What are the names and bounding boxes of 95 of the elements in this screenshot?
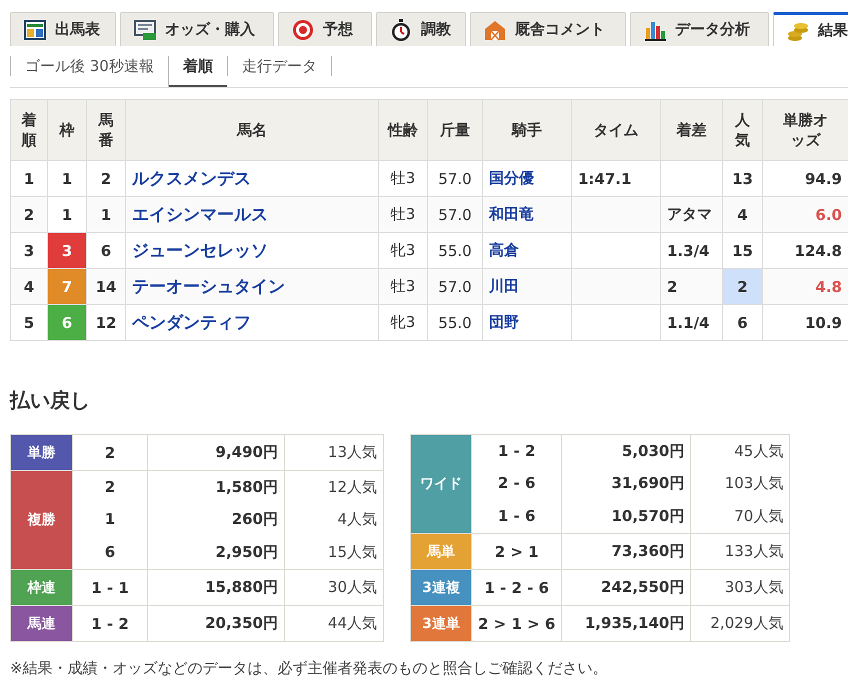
payout-amount: 15,880円	[148, 570, 284, 606]
combination-cell: 1 - 2	[72, 606, 148, 642]
popularity-rank: 15人気	[284, 535, 384, 570]
combination-cell: 6	[72, 535, 148, 570]
payout-amount: 20,350円	[148, 606, 284, 642]
table-cell: 55.0	[428, 304, 482, 340]
column-header: タイム	[572, 100, 660, 160]
table-cell: 57.0	[428, 268, 482, 304]
column-header: 着順	[10, 100, 48, 160]
bet-type-label: 馬単	[410, 534, 472, 570]
frame-number: 1	[48, 160, 86, 196]
frame-number: 3	[48, 232, 86, 268]
popularity-rank: 45人気	[690, 434, 790, 467]
bet-type-label: ワイド	[410, 434, 472, 534]
combination-cell: 2 > 1 > 6	[472, 606, 562, 642]
table-cell: 57.0	[428, 196, 482, 232]
popularity-rank: 303人気	[690, 570, 790, 606]
column-header: 着差	[660, 100, 722, 160]
table-cell: 4	[10, 268, 48, 304]
disclaimer-text: ※結果・成績・オッズなどのデータは、必ず主催者発表のものと照合しご確認ください。	[10, 659, 609, 678]
subtab[interactable]: 着順	[168, 56, 227, 87]
popularity-rank: 44人気	[284, 606, 384, 642]
payout-amount: 31,690円	[562, 467, 691, 499]
combination-cell: 1 - 6	[472, 499, 562, 534]
combination-cell: 2 > 1	[472, 534, 562, 570]
table-cell: 2	[660, 268, 722, 304]
tab[interactable]: データ分析	[630, 12, 769, 46]
table-cell: 牝3	[378, 304, 428, 340]
payout-amount: 9,490円	[148, 434, 284, 470]
payout-amount: 10,570円	[562, 499, 691, 534]
popularity-rank: 13人気	[284, 434, 384, 470]
column-header: 枠	[48, 100, 86, 160]
target-icon	[291, 18, 315, 42]
tab[interactable]: 結果	[773, 12, 848, 46]
table-cell: 6.0	[762, 196, 848, 232]
tab[interactable]: 予想	[278, 12, 372, 46]
popularity-rank: 133人気	[690, 534, 790, 570]
column-header: 性齢	[378, 100, 428, 160]
payout-amount: 5,030円	[562, 434, 691, 467]
popularity-rank: 103人気	[690, 467, 790, 499]
table-cell: アタマ	[660, 196, 722, 232]
frame-number: 7	[48, 268, 86, 304]
column-header: 馬名	[126, 100, 378, 160]
popularity-rank: 30人気	[284, 570, 384, 606]
table-cell: 牡3	[378, 268, 428, 304]
tab[interactable]: 調教	[376, 12, 466, 46]
combination-cell: 1 - 2 - 6	[472, 570, 562, 606]
table-cell: 4.8	[762, 268, 848, 304]
popularity-rank: 70人気	[690, 499, 790, 534]
combination-cell: 1 - 1	[72, 570, 148, 606]
frame-number: 1	[48, 196, 86, 232]
combination-cell: 2 - 6	[472, 467, 562, 499]
jockey-link[interactable]: 高倉	[489, 241, 519, 259]
bet-type-label: 3連単	[410, 606, 472, 642]
jockey-link[interactable]: 川田	[489, 277, 519, 295]
table-cell: 1.1/4	[660, 304, 722, 340]
bet-type-label: 単勝	[10, 434, 72, 470]
frame-number: 6	[48, 304, 86, 340]
table-cell: 2	[10, 196, 48, 232]
table-cell: 2	[722, 268, 762, 304]
jockey-link[interactable]: 団野	[489, 313, 519, 331]
table-cell: 14	[86, 268, 126, 304]
table-cell: 1	[86, 196, 126, 232]
tab[interactable]: 出馬表	[10, 12, 116, 46]
bet-type-label: 3連複	[410, 570, 472, 606]
monitor-icon	[133, 18, 157, 42]
payout-amount: 73,360円	[562, 534, 691, 570]
combination-cell: 2	[72, 434, 148, 470]
payout-amount: 2,950円	[148, 535, 284, 570]
column-header: 単勝オッズ	[762, 100, 848, 160]
popularity-rank: 2,029人気	[690, 606, 790, 642]
table-cell: 12	[86, 304, 126, 340]
column-header: 騎手	[482, 100, 572, 160]
combination-cell: 1 - 2	[472, 434, 562, 467]
bet-type-label: 複勝	[10, 470, 72, 570]
column-header: 斤量	[428, 100, 482, 160]
subtab[interactable]: 走行データ	[226, 56, 332, 76]
payout-amount: 242,550円	[562, 570, 691, 606]
payout-amount: 260円	[148, 503, 284, 535]
table-cell: 牡3	[378, 196, 428, 232]
subtab[interactable]: ゴール後 30秒速報	[10, 56, 168, 76]
column-header: 馬番	[86, 100, 126, 160]
table-cell: 6	[722, 304, 762, 340]
popularity-rank: 4人気	[284, 503, 384, 535]
column-header: 人気	[722, 100, 762, 160]
stopwatch-icon	[389, 18, 413, 42]
bet-type-label: 枠連	[10, 570, 72, 606]
combination-cell: 1	[72, 503, 148, 535]
bet-type-label: 馬連	[10, 606, 72, 642]
table-cell: 4	[722, 196, 762, 232]
section-heading: 払い戻し	[10, 387, 91, 414]
tab[interactable]: 厩舎コメント	[470, 12, 626, 46]
payout-amount: 1,935,140円	[562, 606, 691, 642]
table-icon	[23, 18, 47, 42]
tab[interactable]: オッズ・購入	[120, 12, 274, 46]
